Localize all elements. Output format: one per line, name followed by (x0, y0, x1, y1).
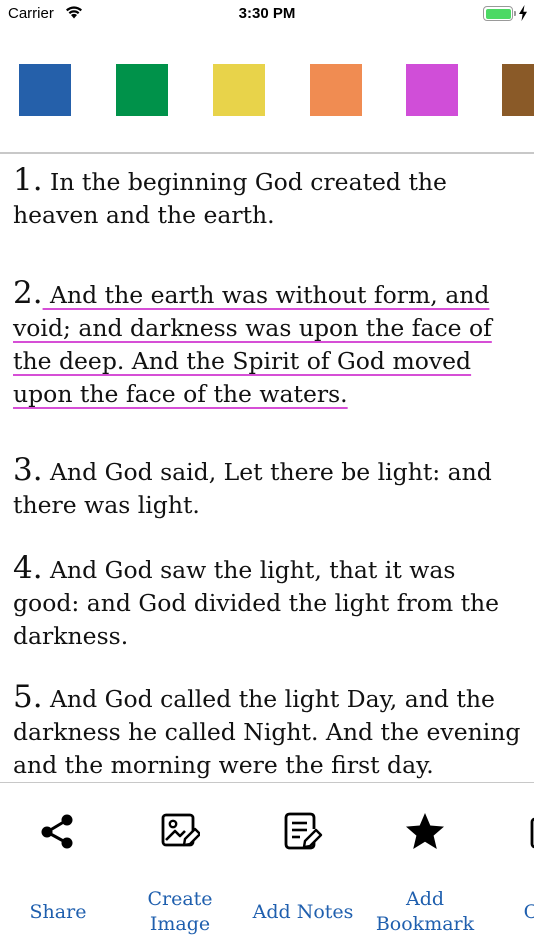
share-icon (41, 814, 73, 849)
color-swatch-5[interactable] (406, 64, 458, 116)
verse-number: 4. (13, 550, 43, 586)
color-swatch-6[interactable] (502, 64, 534, 116)
battery-level (485, 8, 511, 19)
copy-icon (530, 817, 534, 849)
add-notes-icon (284, 812, 323, 850)
add-bookmark-label: Add Bookmark (375, 888, 475, 935)
battery-icon (483, 6, 513, 21)
verse-5[interactable]: 5. And God called the light Day, and the… (13, 681, 523, 782)
verse-text: In the beginning God created the heaven … (13, 168, 447, 229)
highlight-color-picker (0, 64, 534, 116)
chapter-content[interactable]: 1. In the beginning God created the heav… (0, 154, 534, 782)
share-label: Share (29, 901, 87, 923)
verse-number: 1. (13, 162, 43, 198)
verse-2[interactable]: 2. And the earth was without form, and v… (13, 277, 523, 411)
color-swatch-3[interactable] (213, 64, 265, 116)
verse-number: 2. (13, 275, 43, 311)
create-image-button[interactable]: Create Image (120, 783, 240, 950)
charging-bolt-icon (519, 5, 527, 21)
create-image-label: Create Image (147, 888, 213, 935)
add-notes-label: Add Notes (252, 901, 354, 923)
verse-number: 3. (13, 452, 43, 488)
copy-label: Copy (523, 901, 534, 923)
status-bar: Carrier 3:30 PM (0, 0, 534, 28)
color-swatch-4[interactable] (310, 64, 362, 116)
verse-text: And God saw the light, that it was good:… (13, 556, 500, 650)
verse-3[interactable]: 3. And God said, Let there be light: and… (13, 454, 523, 522)
verse-text: And the earth was without form, and void… (13, 281, 492, 408)
add-notes-button[interactable]: Add Notes (243, 783, 363, 950)
add-bookmark-button[interactable]: Add Bookmark (365, 783, 485, 950)
battery-cap (514, 11, 516, 16)
create-image-icon (161, 813, 200, 847)
verse-number: 5. (13, 679, 43, 715)
color-swatch-1[interactable] (19, 64, 71, 116)
copy-button[interactable]: Copy (488, 783, 534, 950)
star-icon (406, 813, 444, 849)
status-time: 3:30 PM (238, 5, 296, 22)
color-swatch-2[interactable] (116, 64, 168, 116)
verse-4[interactable]: 4. And God saw the light, that it was go… (13, 552, 523, 653)
verse-text: And God said, Let there be light: and th… (13, 458, 492, 519)
share-button[interactable]: Share (0, 783, 118, 950)
verse-action-toolbar: Share Create Image Add Notes Add Bookmar… (0, 783, 534, 950)
verse-text: And God called the light Day, and the da… (13, 685, 521, 779)
verse-1[interactable]: 1. In the beginning God created the heav… (13, 164, 523, 232)
